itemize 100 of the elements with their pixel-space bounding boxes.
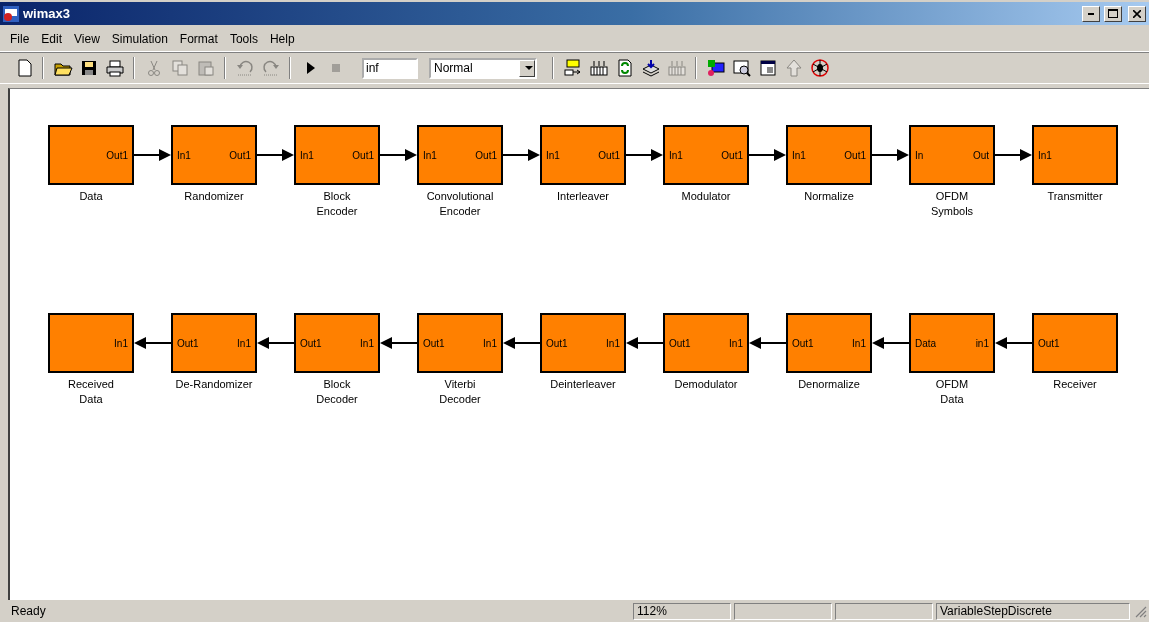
stop-time-field[interactable]: inf [362,57,418,79]
port-label: In1 [669,149,683,161]
menu-item[interactable]: View [68,32,106,46]
arrow-connector [257,337,294,349]
port-label: Out [972,149,989,161]
diagram-block[interactable]: Out1 In1 [171,313,257,373]
diagram-block[interactable]: Out1 [1032,313,1118,373]
block-label: Block Decoder [316,377,358,407]
port-label: In1 [300,149,314,161]
port-label: Data [915,337,937,349]
diagram-block[interactable]: Out1 In1 [417,313,503,373]
minimize-button[interactable] [1082,5,1100,22]
port-label: In1 [546,149,560,161]
port-label: in1 [975,337,989,349]
port-label: In1 [114,337,128,349]
arrow-connector [995,149,1032,161]
port-label: In1 [177,149,191,161]
diagram-block[interactable]: In Out [909,125,995,185]
maximize-button[interactable] [1104,5,1122,22]
port-label: Out1 [300,337,322,349]
port-label: Out1 [669,337,691,349]
debug-bug-icon[interactable] [809,58,830,78]
arrow-connector [995,337,1032,349]
port-label: Out1 [844,149,866,161]
arrow-connector [503,149,540,161]
menu-item[interactable]: File [4,32,36,46]
port-label: In1 [237,337,251,349]
port-label: In1 [423,149,437,161]
port-label: In1 [792,149,806,161]
menu-item[interactable]: Help [263,32,301,46]
window-title: wimax3 [23,6,71,21]
simulation-mode-dropdown[interactable]: Normal [429,57,537,79]
solver-name: VariableStepDiscrete [936,602,1130,620]
port-label: In1 [483,337,497,349]
diagram-block[interactable]: In1 Out1 [417,125,503,185]
port-label: Out1 [475,149,497,161]
status-message: Ready [10,603,47,620]
block-label: Convolutional Encoder [426,189,494,219]
arrow-connector [257,149,294,161]
magnifier-icon[interactable] [731,58,752,78]
printer-icon[interactable] [104,58,125,78]
port-label: In1 [606,337,620,349]
diagram-block[interactable]: Out1 [48,125,134,185]
window-icon[interactable] [757,58,778,78]
close-button[interactable] [1128,5,1146,22]
block-label: Transmitter [1047,189,1103,204]
diagram-block[interactable]: Out1 In1 [663,313,749,373]
port-label: In1 [360,337,374,349]
block-label: Demodulator [674,377,738,392]
model-explorer-icon[interactable] [705,58,726,78]
diagram-block[interactable]: In1 [48,313,134,373]
arrow-connector [626,149,663,161]
block-label: Normalize [804,189,854,204]
block-label: OFDM Symbols [930,189,974,219]
port-label: Out1 [106,149,128,161]
block-label: Viterbi Decoder [439,377,481,407]
port-label: Out1 [423,337,445,349]
diagram-block[interactable]: In1 Out1 [171,125,257,185]
resize-grip-icon[interactable] [1133,604,1147,618]
port-label: In1 [852,337,866,349]
diagram-block[interactable]: In1 Out1 [540,125,626,185]
menu-item[interactable]: Simulation [105,32,174,46]
menu-item[interactable]: Edit [35,32,69,46]
port-label: Out1 [1038,337,1060,349]
diagram-block[interactable]: Out1 In1 [786,313,872,373]
library-browser-icon[interactable] [562,58,583,78]
menu-item[interactable]: Tools [223,32,264,46]
block-label: Received Data [68,377,114,407]
arrow-connector [134,337,171,349]
grid-icon[interactable] [588,58,609,78]
arrow-connector [626,337,663,349]
diagram-block[interactable]: In1 [1032,125,1118,185]
port-label: Out1 [352,149,374,161]
layer-stack-icon[interactable] [640,58,661,78]
menu-item[interactable]: Format [173,32,224,46]
zoom-level: 112% [633,602,731,620]
block-label: Deinterleaver [550,377,616,392]
port-label: Out1 [721,149,743,161]
block-label: Block Encoder [316,189,358,219]
diagram-block[interactable]: Out1 In1 [540,313,626,373]
port-label: Out1 [792,337,814,349]
diagram-block[interactable]: In1 Out1 [663,125,749,185]
block-label: OFDM Data [935,377,969,407]
diagram-block[interactable]: Out1 In1 [294,313,380,373]
port-label: Out1 [598,149,620,161]
close-icon [1133,9,1141,18]
block-label: Denormalize [798,377,860,392]
arrow-connector [749,149,786,161]
block-label: Randomizer [184,189,244,204]
block-label: Modulator [681,189,731,204]
block-label: Data [79,189,103,204]
block-label: Interleaver [557,189,609,204]
diagram-block[interactable]: Data in1 [909,313,995,373]
diagram-block[interactable]: In1 Out1 [786,125,872,185]
diagram-block[interactable]: In1 Out1 [294,125,380,185]
maximize-icon [1108,9,1118,18]
caret-icon [524,65,533,71]
arrow-connector [872,149,909,161]
arrow-connector [503,337,540,349]
arrow-connector [134,149,171,161]
